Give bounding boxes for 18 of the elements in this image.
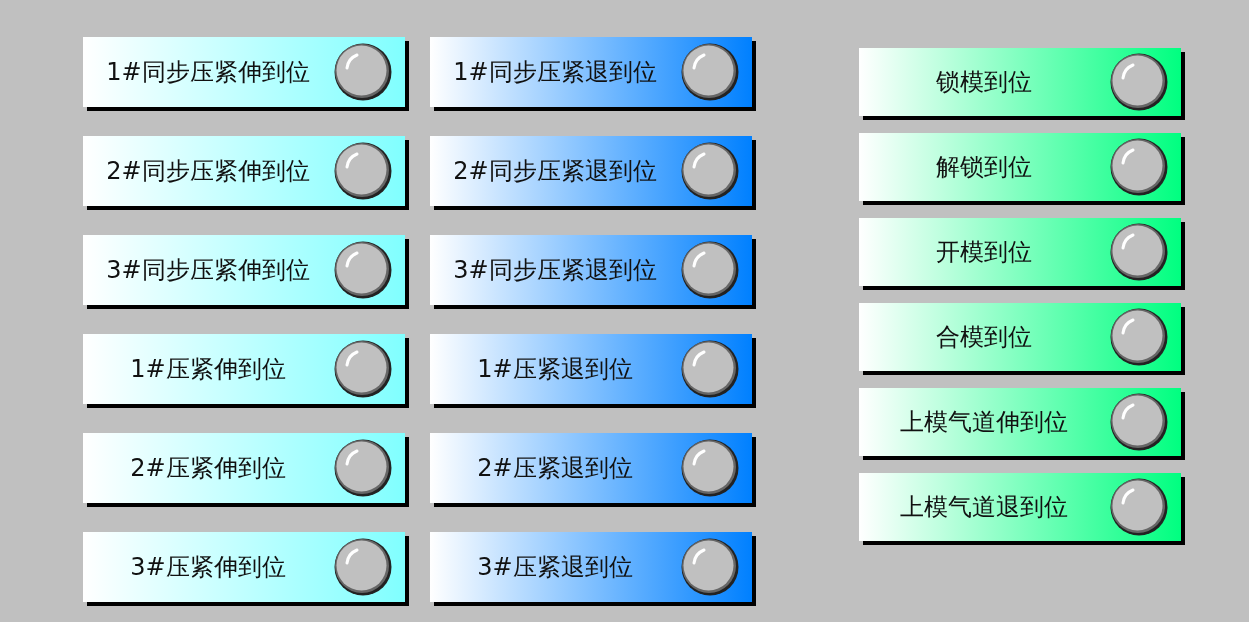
indicator-label: 3#同步压紧伸到位	[105, 255, 311, 286]
indicator-label: 上模气道退到位	[899, 492, 1069, 523]
indicator-label: 解锁到位	[935, 152, 1033, 183]
indicator-label: 1#同步压紧退到位	[452, 57, 658, 88]
indicator-label: 2#同步压紧伸到位	[105, 156, 311, 187]
indicator-label: 3#压紧伸到位	[129, 552, 287, 583]
indicator-label: 开模到位	[935, 237, 1033, 268]
indicator-label: 上模气道伸到位	[899, 407, 1069, 438]
indicator-label: 3#同步压紧退到位	[452, 255, 658, 286]
indicator-label: 1#同步压紧伸到位	[105, 57, 311, 88]
indicator-label: 2#压紧伸到位	[129, 453, 287, 484]
indicator-label: 1#压紧退到位	[476, 354, 634, 385]
indicator-label: 合模到位	[935, 322, 1033, 353]
indicator-label: 1#压紧伸到位	[129, 354, 287, 385]
indicator-label: 锁模到位	[935, 67, 1033, 98]
indicator-label: 2#同步压紧退到位	[452, 156, 658, 187]
indicator-label: 3#压紧退到位	[476, 552, 634, 583]
indicator-label: 2#压紧退到位	[476, 453, 634, 484]
